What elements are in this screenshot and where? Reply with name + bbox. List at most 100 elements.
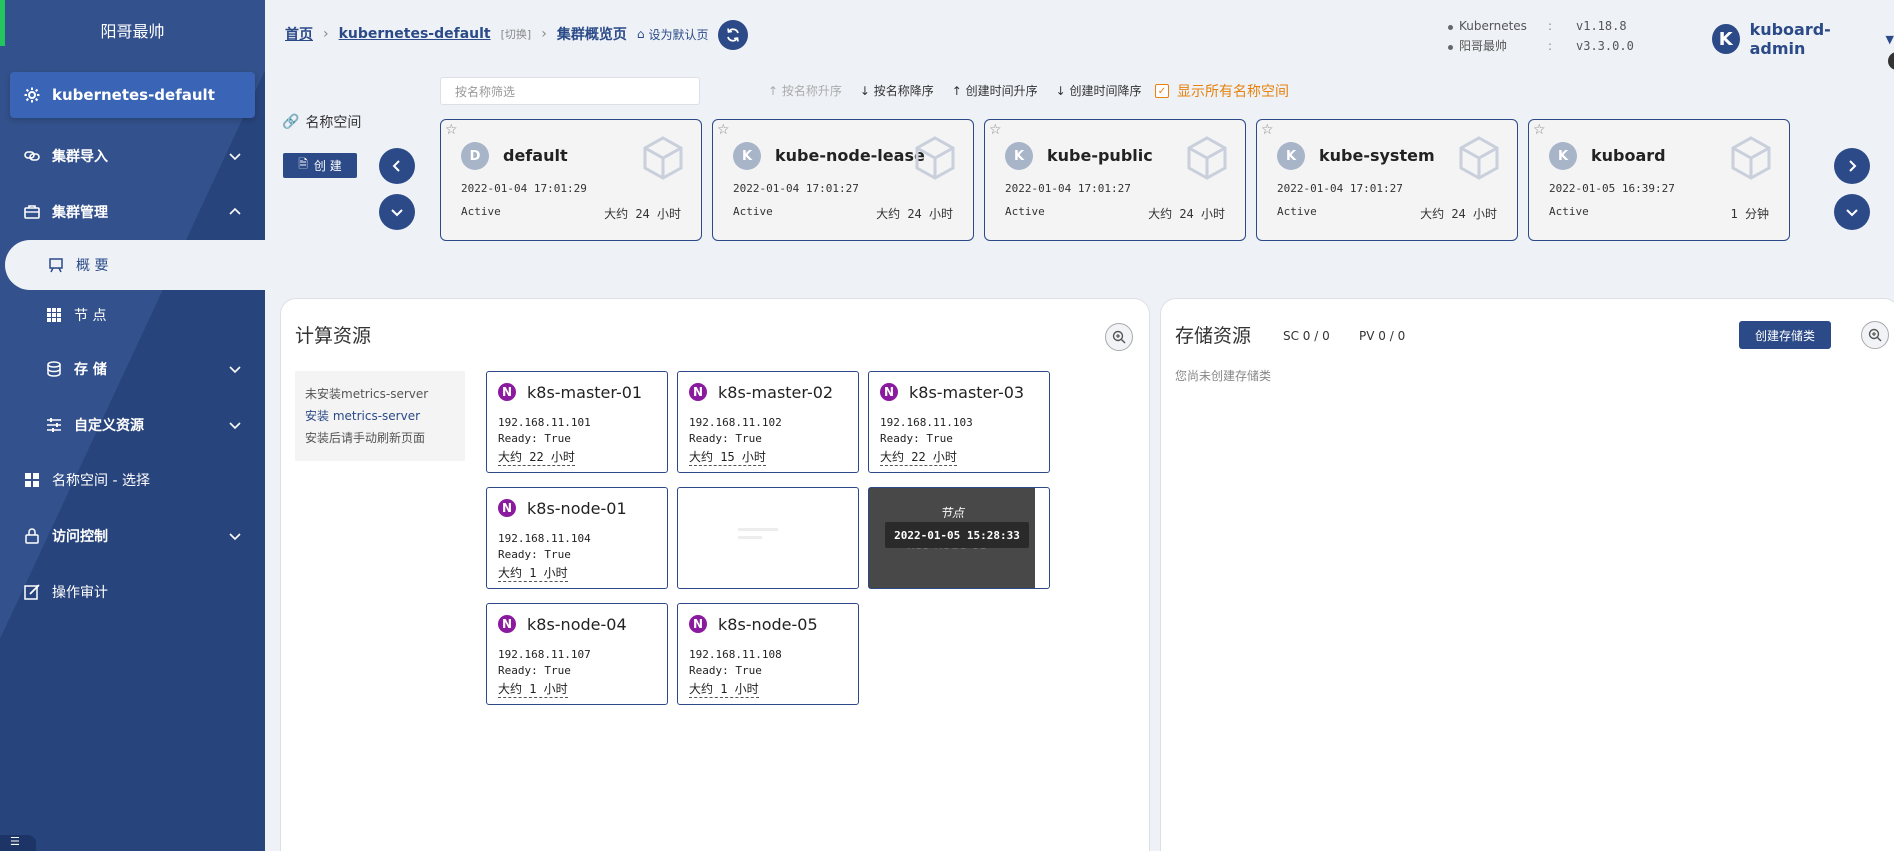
switch-cluster-link[interactable]: [切换]: [501, 26, 532, 42]
node-card-hovered[interactable]: k8s-node-03 节点 2022-01-05 15:28:33: [868, 487, 1050, 589]
node-card[interactable]: N k8s-node-04 192.168.11.107 Ready: True…: [486, 603, 668, 705]
zoom-button[interactable]: [1861, 321, 1889, 349]
grid-icon: [47, 308, 61, 322]
prev-page-button[interactable]: [379, 148, 415, 184]
sort-time-asc[interactable]: ↑ 创建时间升序: [952, 82, 1038, 99]
star-icon[interactable]: ☆: [445, 122, 458, 138]
menu-label: 集群管理: [52, 205, 108, 221]
chevron-down-icon: [229, 153, 241, 161]
version-name: Kubernetes: [1459, 19, 1527, 33]
storage-panel: 存储资源 SC 0 / 0 PV 0 / 0 创建存储类 您尚未创建存储类: [1160, 298, 1894, 851]
install-metrics-link[interactable]: 安装 metrics-server: [305, 405, 455, 427]
breadcrumb-cluster[interactable]: kubernetes-default: [339, 26, 491, 42]
user-menu[interactable]: K kuboard-admin ▼: [1712, 20, 1894, 58]
menu-access-control[interactable]: 访问控制: [0, 516, 265, 556]
menu-custom-resources[interactable]: 自定义资源: [0, 405, 265, 445]
menu-label: 概 要: [76, 258, 109, 274]
sort-name-desc[interactable]: ↓ 按名称降序: [860, 82, 934, 99]
expand-button-right[interactable]: [1834, 194, 1870, 230]
sort-time-desc[interactable]: ↓ 创建时间降序: [1056, 82, 1142, 99]
node-badge-icon: N: [689, 615, 707, 633]
node-card[interactable]: N k8s-master-01 192.168.11.101 Ready: Tr…: [486, 371, 668, 473]
edge-toggle-button[interactable]: [1888, 52, 1894, 70]
node-badge-icon: N: [880, 383, 898, 401]
namespace-card[interactable]: ☆ K kube-node-lease 2022-01-04 17:01:27 …: [712, 119, 974, 241]
namespace-status: Active: [733, 205, 773, 218]
create-namespace-button[interactable]: 🗎 创 建: [283, 153, 357, 178]
node-card[interactable]: N k8s-node-01 192.168.11.104 Ready: True…: [486, 487, 668, 589]
node-age: 大约 1 小时: [498, 566, 568, 582]
zoom-button[interactable]: [1105, 323, 1133, 351]
node-card-loading[interactable]: [677, 487, 859, 589]
filter-placeholder: 按名称筛选: [455, 84, 516, 99]
sort-name-asc[interactable]: ↑ 按名称升序: [768, 82, 842, 99]
node-ready: Ready: True: [498, 664, 571, 677]
create-storage-class-button[interactable]: 创建存储类: [1739, 321, 1831, 349]
next-page-button[interactable]: [1834, 148, 1870, 184]
node-card[interactable]: N k8s-master-03 192.168.11.103 Ready: Tr…: [868, 371, 1050, 473]
node-age: 大约 22 小时: [880, 450, 957, 466]
zoom-in-icon: [1868, 328, 1882, 342]
file-icon: 🗎: [298, 157, 308, 171]
refresh-button[interactable]: [718, 20, 748, 50]
node-ready: Ready: True: [498, 432, 571, 445]
namespace-filter-input[interactable]: 按名称筛选: [440, 77, 700, 105]
node-ready: Ready: True: [498, 548, 571, 561]
namespace-card[interactable]: ☆ K kuboard 2022-01-05 16:39:27 Active 1…: [1528, 119, 1790, 241]
set-default-page-button[interactable]: ⌂ 设为默认页: [637, 26, 709, 43]
node-ip: 192.168.11.107: [498, 648, 591, 661]
menu-label: 存 储: [74, 362, 107, 378]
database-icon: [47, 361, 61, 377]
menu-nodes[interactable]: 节 点: [0, 295, 265, 335]
namespace-age: 1 分钟: [1730, 207, 1769, 221]
node-ip: 192.168.11.102: [689, 416, 782, 429]
compute-panel: 计算资源 未安装metrics-server 安装 metrics-server…: [280, 298, 1150, 851]
namespace-card[interactable]: ☆ K kube-public 2022-01-04 17:01:27 Acti…: [984, 119, 1246, 241]
star-icon[interactable]: ☆: [1261, 122, 1274, 138]
namespace-created: 2022-01-05 16:39:27: [1549, 182, 1675, 195]
node-badge-icon: N: [498, 383, 516, 401]
namespace-name: kube-public: [1047, 146, 1153, 165]
star-icon[interactable]: ☆: [717, 122, 730, 138]
menu-audit[interactable]: 操作审计: [0, 572, 265, 612]
menu-cluster-import[interactable]: 集群导入: [0, 136, 265, 176]
namespace-created: 2022-01-04 17:01:27: [1005, 182, 1131, 195]
node-card[interactable]: N k8s-node-05 192.168.11.108 Ready: True…: [677, 603, 859, 705]
star-icon[interactable]: ☆: [989, 122, 1002, 138]
caret-down-icon: ▼: [1885, 32, 1894, 46]
chevron-down-icon: [229, 533, 241, 541]
presentation-icon: [49, 258, 63, 273]
storage-class-count: SC 0 / 0: [1283, 329, 1330, 343]
menu-storage[interactable]: 存 储: [0, 349, 265, 389]
node-tooltip: k8s-node-03 节点 2022-01-05 15:28:33: [869, 488, 1035, 588]
namespace-avatar: K: [1549, 142, 1577, 170]
breadcrumb-home[interactable]: 首页: [285, 24, 313, 44]
menu-label: 名称空间 - 选择: [52, 473, 150, 489]
namespace-card[interactable]: ☆ K kube-system 2022-01-04 17:01:27 Acti…: [1256, 119, 1518, 241]
tooltip-time: 2022-01-05 15:28:33: [885, 522, 1029, 548]
star-icon[interactable]: ☆: [1533, 122, 1546, 138]
cube-icon: [1187, 136, 1227, 180]
zoom-in-icon: [1112, 330, 1126, 344]
menu-overview[interactable]: 概 要: [5, 240, 265, 290]
expand-button[interactable]: [379, 194, 415, 230]
username: kuboard-admin: [1749, 20, 1831, 58]
node-badge-icon: N: [498, 499, 516, 517]
node-card[interactable]: N k8s-master-02 192.168.11.102 Ready: Tr…: [677, 371, 859, 473]
namespace-age: 大约 24 小时: [604, 207, 681, 221]
version-name: 阳哥最帅: [1459, 39, 1508, 53]
node-ready: Ready: True: [880, 432, 953, 445]
version-value: v1.18.8: [1576, 19, 1627, 33]
briefcase-icon: [24, 205, 40, 219]
collapse-sidebar-button[interactable]: ☰: [0, 835, 36, 851]
namespace-status: Active: [1277, 205, 1317, 218]
menu-cluster-manage[interactable]: 集群管理: [0, 192, 265, 232]
menu-label: 集群导入: [52, 149, 108, 165]
checkbox-checked-icon[interactable]: ✓: [1155, 84, 1169, 98]
refresh-icon: [727, 28, 739, 42]
namespace-card[interactable]: ☆ D default 2022-01-04 17:01:29 Active 大…: [440, 119, 702, 241]
show-all-namespaces[interactable]: ✓ 显示所有名称空间: [1155, 81, 1289, 101]
cluster-selector[interactable]: kubernetes-default: [10, 72, 255, 118]
node-age: 大约 1 小时: [689, 682, 759, 698]
menu-namespace-select[interactable]: 名称空间 - 选择: [0, 460, 265, 500]
